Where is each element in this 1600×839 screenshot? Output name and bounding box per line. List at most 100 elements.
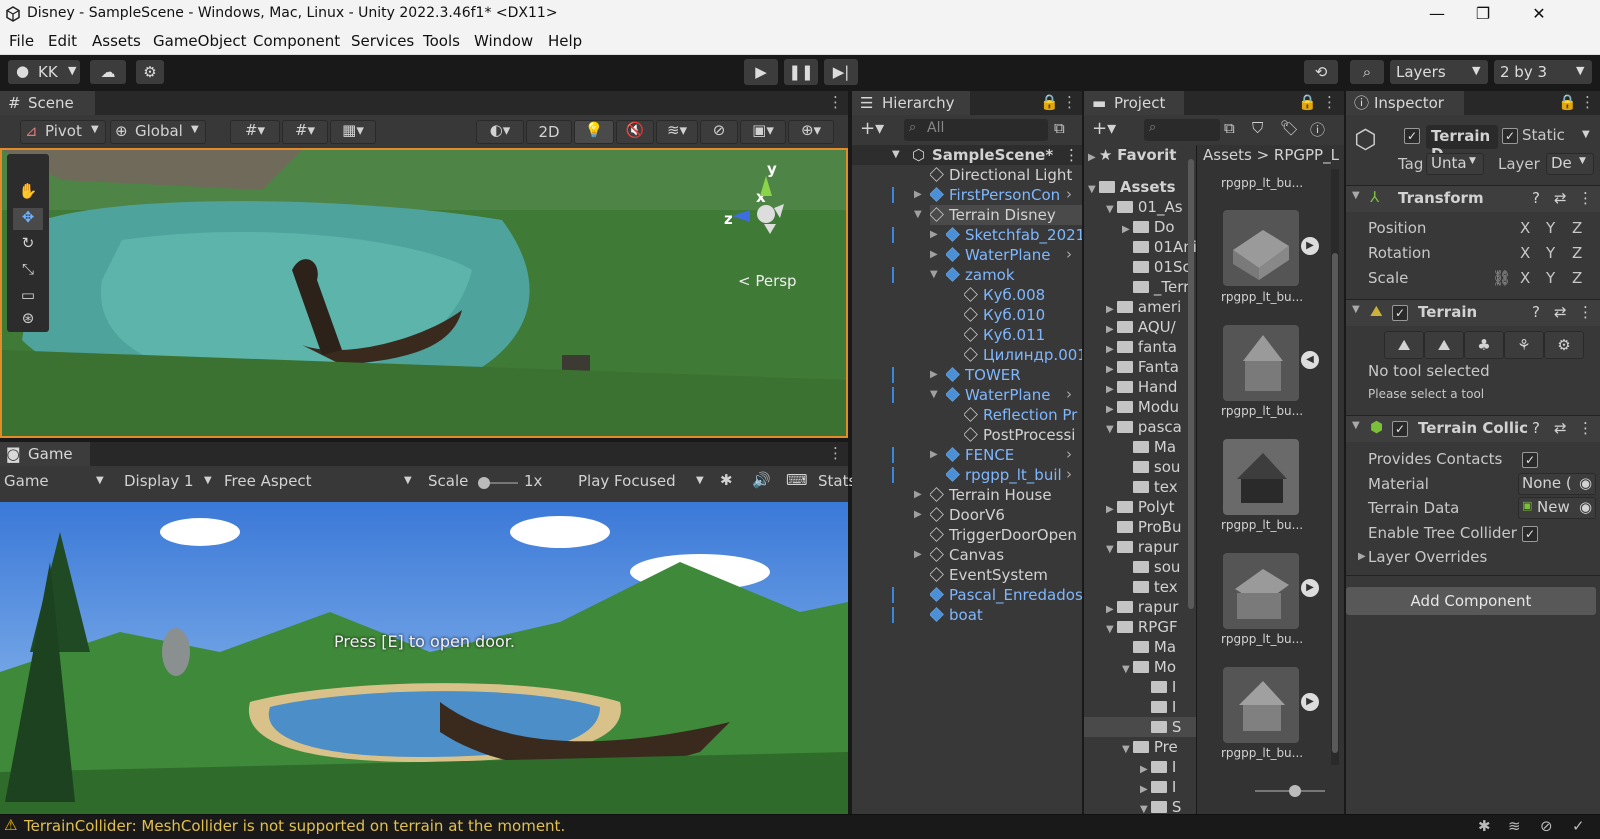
collab-button[interactable]: ⚙ [136,60,164,84]
hierarchy-row[interactable]: Sketchfab_2021 [946,225,1082,245]
folder-row[interactable]: ▶ rapur [1106,597,1196,617]
collapse-preview-icon[interactable]: ◀ [1301,351,1319,369]
more-options-icon[interactable]: ⋮ [1578,303,1593,321]
position-y-label[interactable]: Y [1546,219,1555,237]
asset-grid-scrollbar-thumb[interactable] [1332,253,1338,753]
history-button[interactable]: ⟲ [1304,60,1338,84]
hierarchy-row[interactable]: Цилиндр.001 [964,345,1082,365]
hierarchy-row[interactable]: Куб.008 [964,285,1082,305]
scale-tool-icon[interactable]: ⤡ [13,260,43,282]
folder-row[interactable]: ▶ 01Ani [1122,237,1196,257]
tab-scene[interactable]: # Scene [0,91,95,115]
hierarchy-row[interactable]: PostProcessi [964,425,1082,445]
rotate-tool-icon[interactable]: ↻ [13,234,43,256]
folder-row-selected[interactable]: ▶ S [1084,717,1196,737]
expand-arrow-icon[interactable]: ▼ [914,209,922,220]
asset-thumbnail[interactable] [1223,325,1299,401]
thumbnail-size-slider-thumb[interactable] [1289,785,1301,797]
menu-edit[interactable]: Edit [48,32,77,50]
rect-tool-icon[interactable]: ▭ [13,286,43,308]
hierarchy-row[interactable]: Куб.010 [964,305,1082,325]
check-icon[interactable]: ✓ [1572,817,1585,835]
scale-x-label[interactable]: X [1520,269,1530,287]
menu-gameobject[interactable]: GameObject [153,32,247,50]
presets-icon[interactable]: ⇄ [1554,303,1567,321]
hierarchy-row[interactable]: TriggerDoorOpen [930,525,1082,545]
add-icon[interactable]: +▾ [860,118,884,139]
terrain-header[interactable]: ▼ ⛰ ✓ Terrain ? ⇄ ⋮ [1346,299,1600,326]
asset-label[interactable]: rpgpp_lt_bu... [1221,629,1321,649]
collapsed-arrow-icon[interactable]: ▶ [930,449,938,460]
collapsed-arrow-icon[interactable]: ▶ [1358,551,1366,562]
search-by-label-icon[interactable]: ⛉ [1252,119,1263,137]
hierarchy-row[interactable]: zamok [946,265,1082,285]
search-by-type-icon[interactable]: ⧉ [1224,119,1235,137]
asset-label[interactable]: rpgpp_lt_bu... [1221,743,1321,763]
menu-component[interactable]: Component [253,32,340,50]
folder-row[interactable]: ▶ Modu [1106,397,1196,417]
folder-row[interactable]: ▼ RPGF [1106,617,1196,637]
layout-dropdown[interactable]: 2 by 3 ▼ [1494,60,1592,84]
cloud-button[interactable]: ☁ [90,60,126,84]
terrain-enabled-checkbox[interactable]: ✓ [1392,305,1408,321]
more-options-icon[interactable]: ⋮ [1062,93,1077,111]
hand-tool-icon[interactable]: ✋ [13,182,43,204]
more-options-icon[interactable]: ⋮ [1580,93,1595,111]
orientation-gizmo[interactable]: y x z < Persp [724,160,842,290]
tab-game[interactable]: ◙ Game [0,442,90,466]
global-dropdown[interactable]: ⊕ Global ▼ [110,120,206,144]
paint-trees-tool[interactable]: ♣ [1464,331,1504,359]
stats-button[interactable]: Stats [818,472,856,490]
minimize-button[interactable]: — [1414,0,1460,29]
chevron-right-icon[interactable]: › [1066,465,1072,483]
folder-row[interactable]: ▶ AQU/ [1106,317,1196,337]
hierarchy-row[interactable]: Canvas [930,545,1082,565]
menu-services[interactable]: Services [351,32,414,50]
folder-row[interactable]: ▶ tex [1122,577,1196,597]
terrain-data-field[interactable]: ▣ New ◉ [1518,497,1596,519]
game-viewport[interactable]: Press [E] to open door. [0,502,848,814]
static-checkbox[interactable]: ✓ [1502,128,1518,144]
help-icon[interactable]: ? [1532,303,1540,321]
audio-icon[interactable]: 🔊 [752,471,771,489]
provides-contacts-checkbox[interactable]: ✓ [1522,452,1538,468]
folder-row[interactable]: ▶ 01Sc [1122,257,1196,277]
play-preview-icon[interactable]: ▶ [1301,693,1319,711]
menu-file[interactable]: File [9,32,34,50]
asset-thumbnail[interactable] [1223,210,1299,286]
tag-dropdown[interactable]: Unta ▼ [1426,153,1484,175]
folder-row[interactable]: ▼ Assets [1088,177,1196,197]
step-button[interactable]: ▶| [824,59,858,85]
hierarchy-search-input[interactable]: ⌕ All [904,119,1048,141]
menu-window[interactable]: Window [474,32,533,50]
add-icon[interactable]: +▾ [1092,118,1116,139]
camera-button[interactable]: ▣▾ [740,120,786,144]
folder-row[interactable]: ▶ Polyt [1106,497,1196,517]
asset-label[interactable]: rpgpp_lt_bu... [1221,401,1321,421]
collapsed-arrow-icon[interactable]: ▶ [914,549,922,560]
play-button[interactable]: ▶ [744,59,778,85]
more-options-icon[interactable]: ⋮ [1578,189,1593,207]
folder-row[interactable]: ▶ fanta [1106,337,1196,357]
tag-icon[interactable]: 🏷 [1280,119,1299,137]
more-options-icon[interactable]: ⋮ [828,444,843,462]
chevron-right-icon[interactable]: › [1066,185,1072,203]
folder-row[interactable]: ▶ I [1140,697,1196,717]
more-options-icon[interactable]: ⋮ [1322,93,1337,111]
collapsed-arrow-icon[interactable]: ▶ [930,229,938,240]
folder-row[interactable]: ▶ tex [1122,477,1196,497]
maximize-button[interactable]: ❐ [1460,0,1506,29]
folder-row[interactable]: ▶ Fanta [1106,357,1196,377]
layer-dropdown[interactable]: De ▼ [1546,153,1594,175]
more-options-icon[interactable]: ⋮ [1064,145,1079,165]
object-picker-icon[interactable]: ◉ [1579,498,1592,516]
tab-inspector[interactable]: ⓘ Inspector [1346,91,1464,115]
position-z-label[interactable]: Z [1572,219,1582,237]
expand-arrow-icon[interactable]: ▼ [930,269,938,280]
rotation-y-label[interactable]: Y [1546,244,1555,262]
terrain-collider-header[interactable]: ▼ ⬢ ✓ Terrain Collic ? ⇄ ⋮ [1346,415,1600,442]
tab-hierarchy[interactable]: ☰ Hierarchy [852,91,970,115]
collapsed-arrow-icon[interactable]: ▶ [930,369,938,380]
folder-tree-scrollbar[interactable] [1188,159,1194,609]
perspective-label[interactable]: < Persp [738,272,797,290]
